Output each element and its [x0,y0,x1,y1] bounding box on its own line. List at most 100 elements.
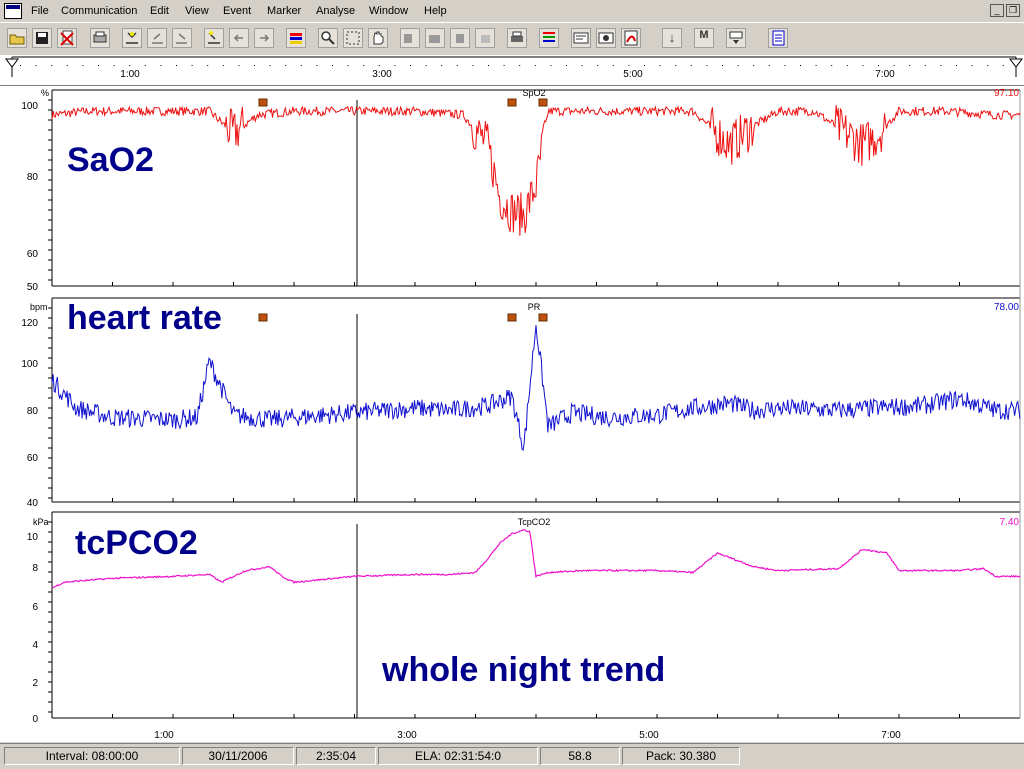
ruler-dot [722,65,723,66]
window-controls: _ ❐ [988,4,1020,17]
menu-analyse[interactable]: Analyse [316,5,355,17]
marker-down-icon[interactable]: M [694,28,714,48]
pr-ytick-80: 80 [27,406,39,417]
trend-plot-svg: % SpO2 97.10 bpm PR 78.00 kPa TcpCO2 7.4… [21,88,1021,741]
ruler-dot [456,65,458,66]
ruler-dot [316,65,318,66]
nav-right-icon[interactable] [172,28,192,48]
spo2-ytick-60: 60 [27,249,39,260]
ruler-dot [519,65,521,66]
ruler-dot [98,65,99,66]
spo2-channel-label: SpO2 [522,88,545,98]
co2-ytick-4: 4 [32,640,38,651]
print-icon[interactable] [507,28,527,48]
menu-file[interactable]: File [31,5,49,17]
menu-view[interactable]: View [185,5,209,17]
status-time: 2:35:04 [296,747,376,765]
ruler-dot [207,65,209,66]
align-left-icon[interactable] [400,28,420,48]
report-icon[interactable] [571,28,591,48]
ruler-dot [659,65,661,66]
ruler-dot [628,65,630,66]
ruler-dot [113,65,115,66]
step-forward-icon[interactable] [254,28,274,48]
ruler-dot [300,65,302,66]
ruler-dot [488,65,489,66]
ruler-tick-1: 1:00 [120,69,140,80]
minimize-button[interactable]: _ [990,4,1004,17]
ruler-start-handle[interactable] [5,58,19,68]
pr-unit: bpm [30,302,48,312]
align-tool-icon[interactable] [450,28,470,48]
zoom-icon[interactable] [318,28,338,48]
menu-window[interactable]: Window [369,5,408,17]
ruler-dot [394,65,396,66]
status-interval: Interval: 08:00:00 [4,747,180,765]
ruler-dot [815,65,817,66]
co2-ytick-0: 0 [32,714,38,725]
event-marker[interactable] [538,98,548,107]
event-marker[interactable] [258,98,268,107]
event-list-icon[interactable] [286,28,306,48]
ruler-dot [82,65,84,66]
menu-marker[interactable]: Marker [267,5,301,17]
status-pack: Pack: 30.380 [622,747,740,765]
align-extra-icon[interactable] [475,28,495,48]
trend-lines-icon[interactable] [539,28,559,48]
print-preview-icon[interactable] [90,28,110,48]
ruler-dot [1002,65,1004,66]
pdf-icon[interactable] [621,28,641,48]
hand-pan-icon[interactable] [368,28,388,48]
align-grid-icon[interactable] [425,28,445,48]
menu-event[interactable]: Event [223,5,251,17]
pr-ytick-60: 60 [27,453,39,464]
flag-icon[interactable] [204,28,224,48]
ruler-dot [690,65,692,66]
ruler-dot [612,65,614,66]
event-marker[interactable] [538,313,548,322]
co2-ytick-10: 10 [27,532,39,543]
camera-icon[interactable] [596,28,616,48]
trend-plot-area[interactable]: % SpO2 97.10 bpm PR 78.00 kPa TcpCO2 7.4… [0,86,1024,742]
ruler-dot [971,65,973,66]
event-marker[interactable] [507,313,517,322]
event-marker[interactable] [507,98,517,107]
ruler-tick-3: 3:00 [372,69,392,80]
notes-icon[interactable] [768,28,788,48]
select-rect-icon[interactable] [343,28,363,48]
save-icon[interactable] [32,28,52,48]
down-arrow-icon[interactable]: ↓ [662,28,682,48]
restore-button[interactable]: ❐ [1006,4,1020,17]
marker-icon[interactable] [122,28,142,48]
ruler-dot [737,65,739,66]
ruler-dot [550,65,552,66]
pr-channel-label: PR [528,302,541,312]
ruler-tick-5: 5:00 [623,69,643,80]
ruler-dot [144,65,146,66]
menu-help[interactable]: Help [424,5,447,17]
status-ela: ELA: 02:31:54:0 [378,747,538,765]
menu-edit[interactable]: Edit [150,5,169,17]
ruler-dot [363,65,365,66]
pr-trend-line [51,325,1021,451]
step-back-icon[interactable] [229,28,249,48]
menu-communication[interactable]: Communication [61,5,137,17]
ruler-end-handle[interactable] [1009,58,1023,68]
timeline-ruler[interactable]: 1:00 3:00 5:00 7:00 [0,55,1024,86]
delete-file-icon[interactable] [57,28,77,48]
open-folder-icon[interactable] [7,28,27,48]
co2-panel-name: tcPCO2 [75,524,198,562]
ruler-dot [66,65,68,66]
window-down-icon[interactable] [726,28,746,48]
spo2-ytick-100: 100 [21,101,38,112]
pr-ytick-40: 40 [27,498,39,509]
event-marker[interactable] [258,313,268,322]
app-icon[interactable] [4,3,22,19]
whole-night-note: whole night trend [382,651,666,689]
ruler-dot [20,65,21,66]
co2-ytick-2: 2 [32,678,38,689]
xtick-3: 3:00 [397,730,417,741]
ruler-dot [269,65,271,66]
nav-left-icon[interactable] [147,28,167,48]
spo2-trend-line [51,104,1021,236]
